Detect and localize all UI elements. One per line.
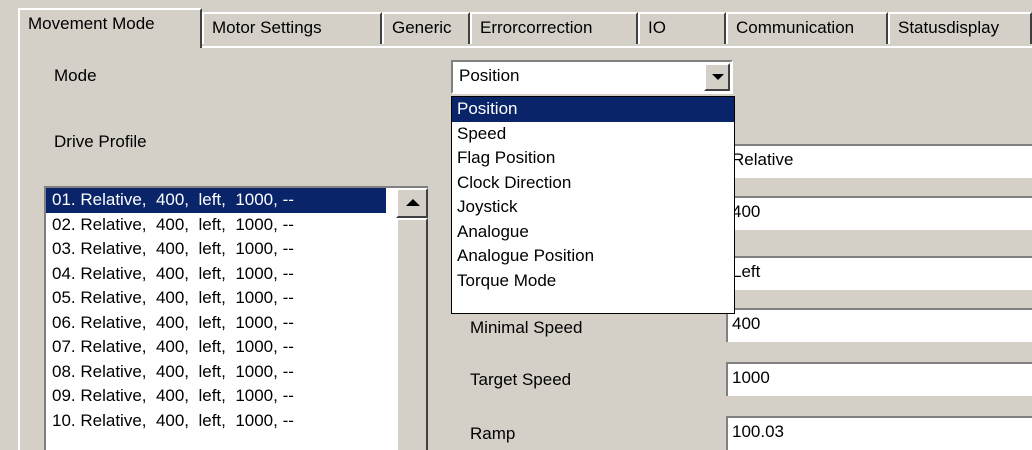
tab-motor-settings[interactable]: Motor Settings <box>202 12 382 44</box>
position-mode-field[interactable]: Relative <box>726 144 1032 178</box>
direction-field[interactable]: Left <box>726 256 1032 290</box>
list-item[interactable]: 06. Relative, 400, left, 1000, -- <box>46 311 386 336</box>
scroll-up-button[interactable] <box>396 188 428 218</box>
travel-distance-value: 400 <box>732 202 761 221</box>
list-item[interactable]: 07. Relative, 400, left, 1000, -- <box>46 335 386 360</box>
ramp-value: 100.03 <box>732 422 784 441</box>
direction-value: Left <box>732 262 761 281</box>
list-item[interactable]: 05. Relative, 400, left, 1000, -- <box>46 286 386 311</box>
tab-label: IO <box>648 18 666 37</box>
mode-option-torque-mode[interactable]: Torque Mode <box>452 269 734 294</box>
scroll-thumb[interactable] <box>396 218 428 450</box>
target-speed-field[interactable]: 1000 <box>726 362 1032 396</box>
minimal-speed-field[interactable]: 400 <box>726 308 1032 342</box>
list-scrollbar[interactable] <box>396 188 428 450</box>
tab-statusdisplay[interactable]: Statusdisplay <box>888 12 1032 44</box>
mode-dropdown-button[interactable] <box>704 63 730 91</box>
chevron-up-icon <box>406 199 420 206</box>
mode-option-analogue[interactable]: Analogue <box>452 220 734 245</box>
list-item[interactable]: 08. Relative, 400, left, 1000, -- <box>46 360 386 385</box>
mode-option-clock-direction[interactable]: Clock Direction <box>452 171 734 196</box>
tab-label: Movement Mode <box>28 14 155 33</box>
list-item[interactable]: 09. Relative, 400, left, 1000, -- <box>46 384 386 409</box>
mode-combobox-value: Position <box>459 66 520 85</box>
mode-option-flag-position[interactable]: Flag Position <box>452 146 734 171</box>
list-item[interactable]: 03. Relative, 400, left, 1000, -- <box>46 237 386 262</box>
target-speed-value: 1000 <box>732 368 770 387</box>
mode-option-position[interactable]: Position <box>452 97 734 122</box>
tab-label: Statusdisplay <box>898 18 1000 37</box>
tab-label: Communication <box>736 18 855 37</box>
drive-profile-label: Drive Profile <box>54 132 147 151</box>
mode-option-speed[interactable]: Speed <box>452 122 734 147</box>
tab-label: Generic <box>392 18 452 37</box>
position-mode-value: Relative <box>732 150 794 169</box>
list-item[interactable]: 01. Relative, 400, left, 1000, -- <box>46 188 386 213</box>
travel-distance-field[interactable]: 400 <box>726 196 1032 230</box>
target-speed-label: Target Speed <box>470 370 572 389</box>
minimal-speed-label: Minimal Speed <box>470 318 583 337</box>
tab-movement-mode[interactable]: Movement Mode <box>18 8 202 48</box>
tab-label: Errorcorrection <box>480 18 593 37</box>
tab-label: Motor Settings <box>212 18 322 37</box>
ramp-label: Ramp <box>470 424 516 443</box>
tab-generic[interactable]: Generic <box>382 12 470 44</box>
mode-option-joystick[interactable]: Joystick <box>452 195 734 220</box>
list-item[interactable]: 02. Relative, 400, left, 1000, -- <box>46 213 386 238</box>
tab-page-left-edge <box>18 46 20 450</box>
minimal-speed-value: 400 <box>732 314 761 333</box>
ramp-field[interactable]: 100.03 <box>726 416 1032 450</box>
mode-combobox[interactable]: Position <box>451 60 733 94</box>
list-item[interactable]: 04. Relative, 400, left, 1000, -- <box>46 262 386 287</box>
drive-profile-list[interactable]: 01. Relative, 400, left, 1000, -- 02. Re… <box>44 186 428 450</box>
tab-io[interactable]: IO <box>638 12 726 44</box>
tab-errorcorrection[interactable]: Errorcorrection <box>470 12 638 44</box>
chevron-down-icon <box>712 74 724 80</box>
mode-label: Mode <box>54 66 97 85</box>
mode-dropdown-list[interactable]: Position Speed Flag Position Clock Direc… <box>451 96 735 314</box>
tab-communication[interactable]: Communication <box>726 12 888 44</box>
list-item[interactable]: 10. Relative, 400, left, 1000, -- <box>46 409 386 434</box>
mode-option-analogue-position[interactable]: Analogue Position <box>452 244 734 269</box>
tab-strip: Movement Mode Motor Settings Generic Err… <box>18 8 1032 48</box>
